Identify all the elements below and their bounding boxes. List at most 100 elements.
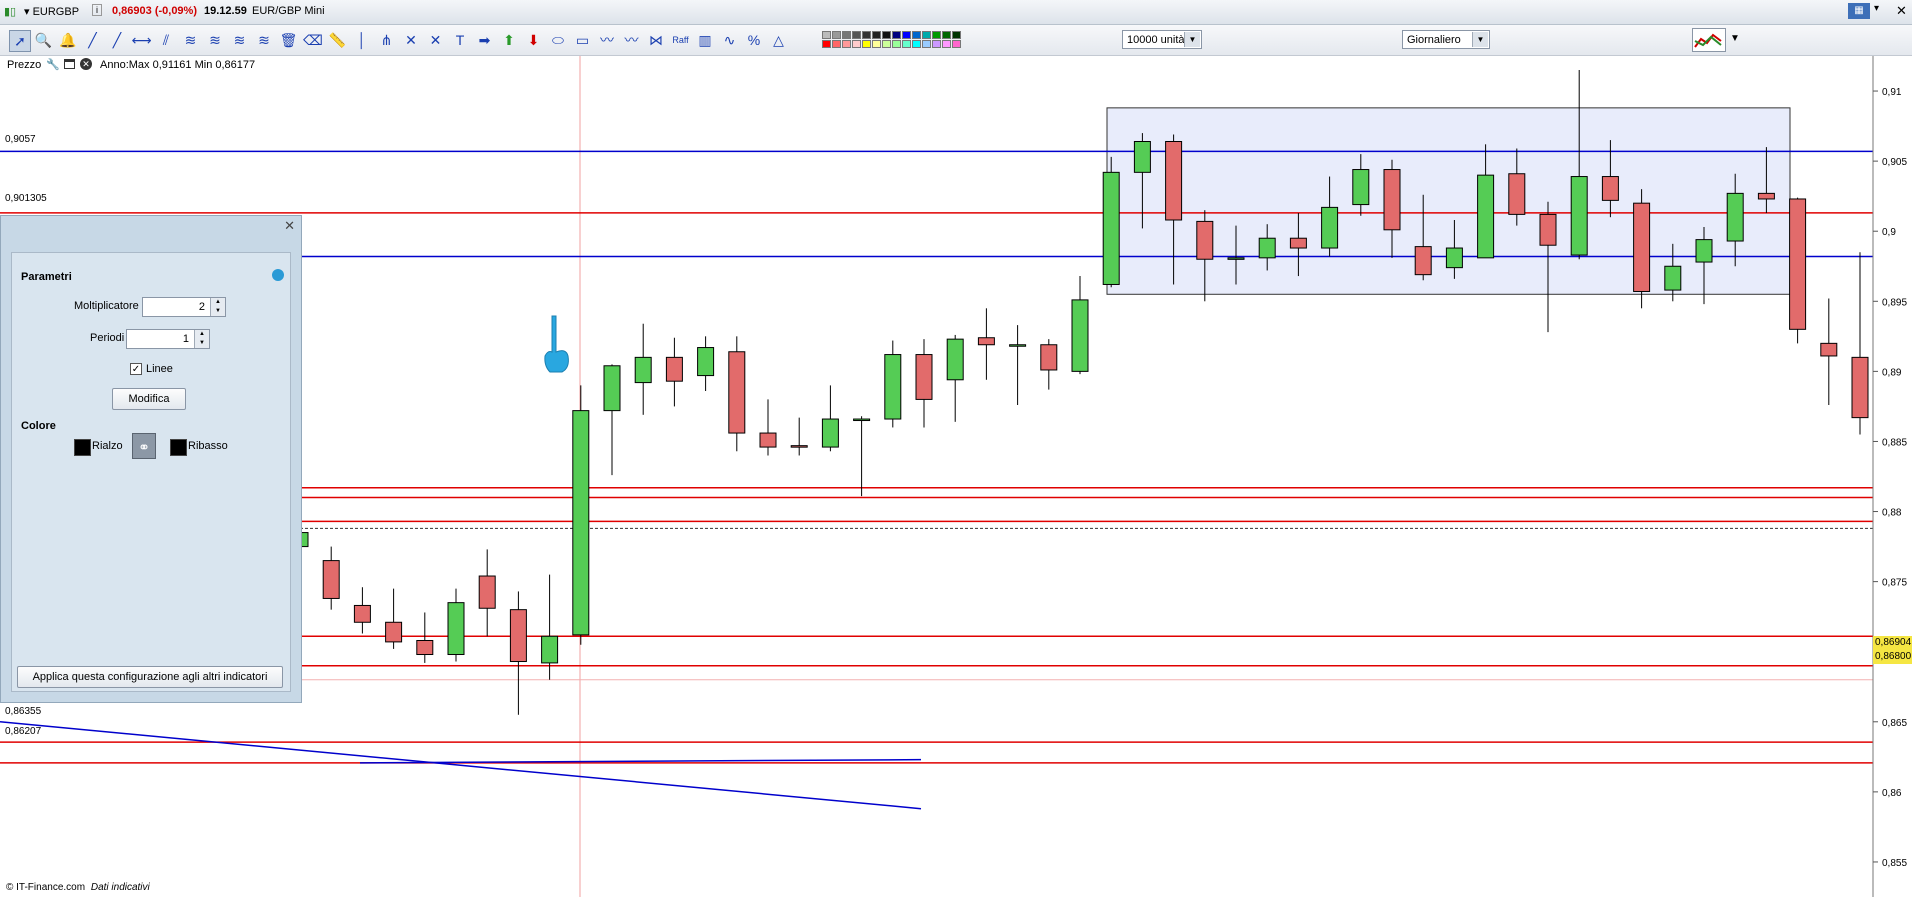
line-icon[interactable]: ╱ <box>83 30 103 50</box>
color-swatch[interactable] <box>872 31 881 39</box>
fibonacci-icon[interactable]: ≋ <box>181 30 201 50</box>
candle-body[interactable] <box>821 418 839 448</box>
candle-body[interactable] <box>1258 237 1276 259</box>
spinner-arrows-icon[interactable]: ▲ ▼ <box>194 330 209 348</box>
rectangle-icon[interactable]: ▭ <box>573 30 593 50</box>
timeframe-select[interactable]: Giornaliero ▼ <box>1402 30 1490 49</box>
window-icon[interactable] <box>64 59 75 69</box>
raff-icon[interactable]: Raff <box>671 30 691 50</box>
channel-icon[interactable]: ⫽ <box>156 30 176 50</box>
trash-icon[interactable]: 🗑 <box>279 30 299 50</box>
candle-body[interactable] <box>1009 344 1027 347</box>
pointer-icon[interactable]: ➚ <box>9 30 31 52</box>
fibonacci-icon[interactable]: ≋ <box>230 30 250 50</box>
alarm-bell-icon[interactable]: 🔔 <box>58 30 78 50</box>
candle-body[interactable] <box>1477 174 1495 259</box>
color-swatch[interactable] <box>912 31 921 39</box>
candle-body[interactable] <box>1040 344 1058 371</box>
candle-body[interactable] <box>509 609 527 663</box>
candle-body[interactable] <box>1165 141 1183 221</box>
color-swatch[interactable] <box>922 31 931 39</box>
linee-checkbox[interactable]: ✓ <box>130 363 142 375</box>
color-swatch[interactable] <box>842 40 851 48</box>
chevron-down-icon[interactable]: ▼ <box>1730 33 1740 44</box>
candle-body[interactable] <box>1133 141 1151 173</box>
candle-body[interactable] <box>1757 192 1775 200</box>
candle-body[interactable] <box>1196 220 1214 260</box>
zoom-icon[interactable]: 🔍 <box>34 30 54 50</box>
fibonacci-icon[interactable]: ≋ <box>205 30 225 50</box>
candle-body[interactable] <box>541 635 559 664</box>
fibonacci-icon[interactable]: ≋ <box>254 30 274 50</box>
candle-body[interactable] <box>603 365 621 412</box>
vertical-line-icon[interactable]: │ <box>352 30 372 50</box>
color-swatch[interactable] <box>902 40 911 48</box>
text-icon[interactable]: T <box>450 30 470 50</box>
candle-body[interactable] <box>1633 202 1651 292</box>
candle-body[interactable] <box>1289 237 1307 249</box>
close-icon[interactable]: ✕ <box>80 58 92 70</box>
price-axis[interactable] <box>1873 56 1912 897</box>
help-icon[interactable] <box>272 269 284 281</box>
candle-body[interactable] <box>322 560 340 599</box>
candle-body[interactable] <box>1664 265 1682 291</box>
candle-body[interactable] <box>1570 176 1588 256</box>
candle-body[interactable] <box>665 356 683 382</box>
periodi-input[interactable]: 1 ▲ ▼ <box>126 329 210 349</box>
color-swatch[interactable] <box>832 31 841 39</box>
keyboard-icon[interactable]: ▦ <box>1848 3 1870 19</box>
candle-body[interactable] <box>1445 247 1463 269</box>
candle-body[interactable] <box>697 347 715 377</box>
candle-body[interactable] <box>790 445 808 448</box>
quantity-select[interactable]: 10000 unità ▼ <box>1122 30 1202 49</box>
info-icon[interactable]: i <box>92 4 102 16</box>
pitchfork-icon[interactable]: ⋔ <box>377 30 397 50</box>
ribasso-color-swatch[interactable] <box>170 439 187 456</box>
color-swatch[interactable] <box>822 40 831 48</box>
candle-body[interactable] <box>447 602 465 656</box>
candle-body[interactable] <box>634 356 652 384</box>
color-swatch[interactable] <box>942 40 951 48</box>
trend-line[interactable] <box>0 721 922 810</box>
candle-body[interactable] <box>1102 171 1120 285</box>
candle-body[interactable] <box>1601 176 1619 201</box>
indicator-chart-icon[interactable] <box>1692 28 1726 52</box>
color-swatch[interactable] <box>852 40 861 48</box>
horizontal-line-icon[interactable]: ⟷ <box>132 30 152 50</box>
candle-body[interactable] <box>1071 299 1089 372</box>
link-icon[interactable]: ⚭ <box>132 433 156 459</box>
arrow-right-icon[interactable]: ➡ <box>475 30 495 50</box>
candle-body[interactable] <box>915 354 933 400</box>
chevron-down-icon[interactable]: ▼ <box>1472 32 1488 47</box>
chart-type-icon[interactable]: ▮▯ <box>4 5 16 18</box>
ruler-icon[interactable]: 📏 <box>328 30 348 50</box>
color-swatch[interactable] <box>862 31 871 39</box>
line-icon[interactable]: ╱ <box>107 30 127 50</box>
rialzo-color-swatch[interactable] <box>74 439 91 456</box>
arrow-up-icon[interactable]: ⬆ <box>499 30 519 50</box>
candle-body[interactable] <box>1726 192 1744 242</box>
symbol-dropdown[interactable]: ▾ EURGBP <box>24 5 79 18</box>
candle-body[interactable] <box>353 604 371 623</box>
close-icon[interactable]: ✕ <box>284 218 295 234</box>
eraser-icon[interactable]: ⌫ <box>303 30 323 50</box>
color-swatch[interactable] <box>822 31 831 39</box>
candle-body[interactable] <box>1227 257 1245 260</box>
color-swatch[interactable] <box>942 31 951 39</box>
spinner-arrows-icon[interactable]: ▲ ▼ <box>210 298 225 316</box>
gann-icon[interactable]: ⋈ <box>646 30 666 50</box>
color-swatch[interactable] <box>852 31 861 39</box>
color-swatch[interactable] <box>842 31 851 39</box>
percent-icon[interactable]: % <box>744 30 764 50</box>
color-swatch[interactable] <box>902 31 911 39</box>
candle-body[interactable] <box>1352 169 1370 206</box>
wrench-icon[interactable]: 🔧 <box>46 58 60 71</box>
candle-body[interactable] <box>1383 169 1401 231</box>
dropdown-icon[interactable]: ▾ <box>1874 3 1879 14</box>
color-swatch[interactable] <box>932 31 941 39</box>
apply-config-button[interactable]: Applica questa configurazione agli altri… <box>17 666 283 688</box>
cross-icon[interactable]: ✕ <box>401 30 421 50</box>
arrow-down-icon[interactable]: ⬇ <box>524 30 544 50</box>
candle-body[interactable] <box>853 418 871 422</box>
color-swatch[interactable] <box>862 40 871 48</box>
